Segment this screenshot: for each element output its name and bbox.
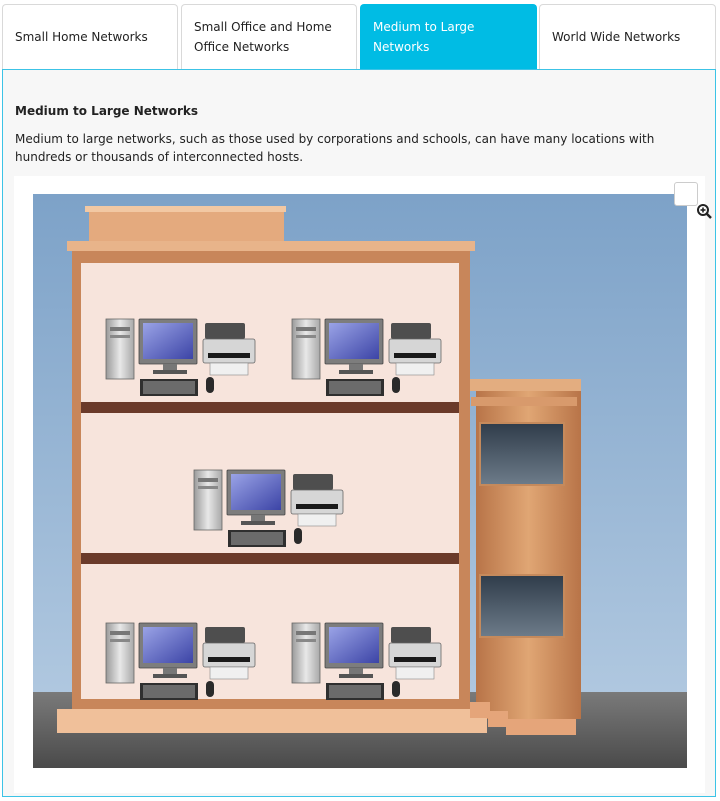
tab-label: Small Home Networks bbox=[15, 30, 148, 44]
tab-small-home-networks[interactable]: Small Home Networks bbox=[2, 4, 178, 69]
tab-bar: Small Home Networks Small Office and Hom… bbox=[0, 4, 720, 70]
panel-description: Medium to large networks, such as those … bbox=[15, 132, 655, 164]
tab-medium-to-large-networks[interactable]: Medium to Large Networks bbox=[360, 4, 537, 69]
zoom-button[interactable] bbox=[674, 182, 712, 219]
tab-label: Small Office and Home Office Networks bbox=[194, 20, 332, 54]
tab-world-wide-networks[interactable]: World Wide Networks bbox=[539, 4, 716, 69]
tab-label: World Wide Networks bbox=[552, 30, 681, 44]
tab-label: Medium to Large Networks bbox=[373, 20, 475, 54]
zoom-in-icon bbox=[697, 204, 712, 219]
tab-small-office-home-office-networks[interactable]: Small Office and Home Office Networks bbox=[181, 4, 357, 69]
building-illustration bbox=[33, 194, 687, 768]
building-network-figure bbox=[14, 176, 712, 793]
panel-title: Medium to Large Networks bbox=[15, 104, 199, 118]
tab-panel: Medium to Large Networks Medium to large… bbox=[2, 69, 716, 797]
